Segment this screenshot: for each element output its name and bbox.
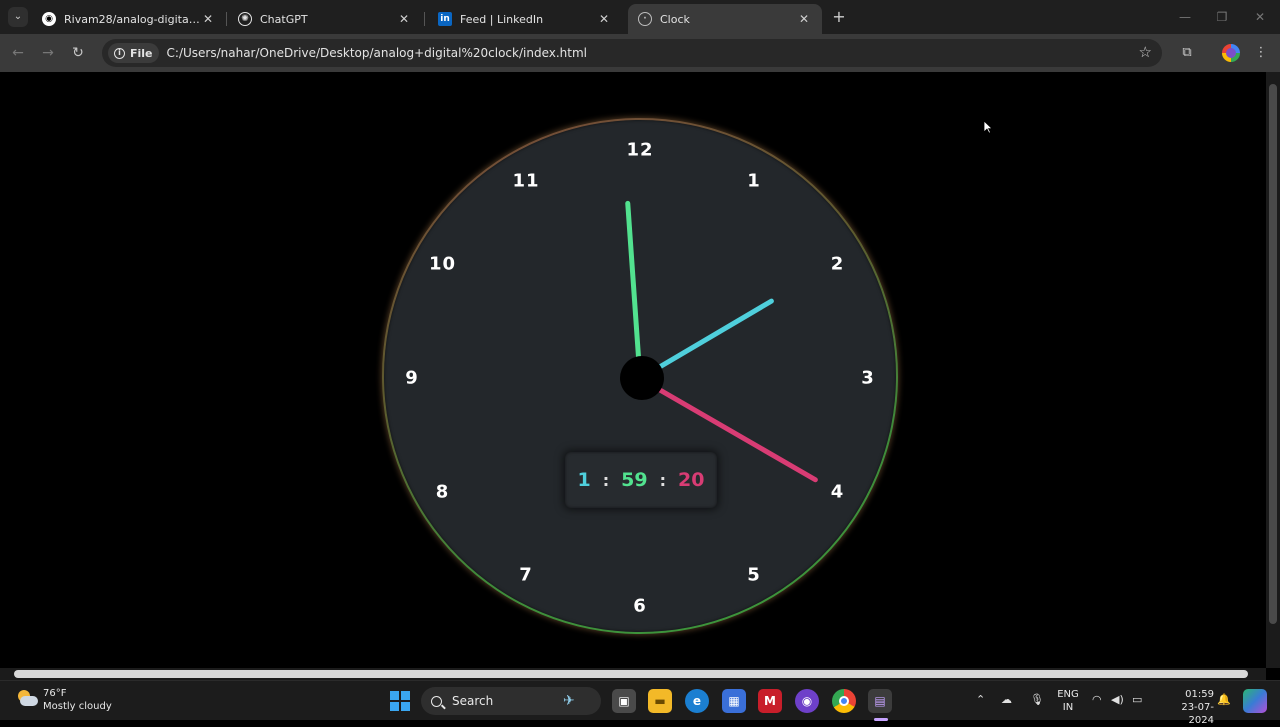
tab-chatgpt[interactable]: ✺ ChatGPT ✕: [228, 4, 422, 34]
weather-cloudy-icon[interactable]: [16, 690, 38, 708]
restore-icon[interactable]: ❐: [1207, 8, 1237, 26]
scrollbar-thumb[interactable]: [1269, 84, 1277, 624]
language-region: IN: [1062, 702, 1074, 713]
profile-avatar-icon[interactable]: [1222, 44, 1240, 62]
clock-numeral: 7: [519, 564, 533, 586]
tab-search-chevron-icon[interactable]: ⌄: [8, 7, 28, 27]
weather-description[interactable]: Mostly cloudy: [43, 701, 112, 712]
bookmark-star-icon[interactable]: ☆: [1139, 43, 1152, 61]
chrome-icon[interactable]: [832, 689, 856, 713]
digital-minutes: 59: [621, 469, 648, 491]
taskbar-search-box[interactable]: Search ✈: [421, 687, 601, 715]
clock-numeral: 5: [747, 564, 761, 586]
new-tab-plus-icon[interactable]: +: [830, 8, 848, 26]
tab-separator: [424, 12, 425, 26]
onedrive-cloud-icon[interactable]: ☁: [1001, 693, 1012, 706]
digital-clock-display: 1 : 59 : 20: [565, 452, 717, 508]
analog-clock-face: 12 1 2 3 4 5 6 7 8 9 10 11 1 : 59 : 20: [382, 118, 898, 634]
clock-numeral: 8: [435, 481, 450, 503]
close-window-icon[interactable]: ✕: [1245, 8, 1275, 26]
clock-numeral: 9: [405, 367, 419, 389]
windows-start-icon[interactable]: [390, 691, 410, 711]
reload-icon[interactable]: ↻: [68, 43, 88, 63]
clock-numeral: 10: [429, 253, 457, 275]
tab-separator: [226, 12, 227, 26]
info-icon: i: [114, 47, 125, 59]
windows-taskbar: 76°F Mostly cloudy Search ✈ ▣ ▬ e ▦ M ◉ …: [0, 680, 1280, 726]
notepad-app-icon[interactable]: ▤: [868, 689, 892, 713]
clock-numeral: 1: [747, 170, 761, 192]
site-info-chip[interactable]: i File: [108, 43, 159, 63]
tab-title: Feed | LinkedIn: [460, 12, 544, 26]
digital-seconds: 20: [678, 469, 705, 491]
input-language-indicator[interactable]: ENG IN: [1056, 688, 1080, 714]
volume-icon[interactable]: ◀): [1111, 693, 1124, 706]
mouse-cursor-icon: [983, 120, 993, 134]
search-icon: [431, 695, 442, 707]
extensions-puzzle-icon[interactable]: ⧉: [1177, 43, 1197, 63]
minute-hand: [625, 200, 643, 379]
scrollbar-thumb[interactable]: [14, 670, 1248, 678]
edge-browser-icon[interactable]: e: [685, 689, 709, 713]
task-view-icon[interactable]: ▣: [612, 689, 636, 713]
microsoft-store-icon[interactable]: ▦: [722, 689, 746, 713]
search-highlight-icon: ✈: [563, 693, 575, 709]
tab-linkedin[interactable]: in Feed | LinkedIn ✕: [428, 4, 622, 34]
clock-numeral: 2: [830, 253, 845, 275]
github-icon: ◉: [42, 12, 56, 26]
tab-close-icon[interactable]: ✕: [396, 11, 412, 27]
clock-numeral: 6: [633, 595, 647, 617]
taskbar-search-label: Search: [452, 694, 494, 708]
browser-toolbar: ← → ↻ i File C:/Users/nahar/OneDrive/Des…: [0, 34, 1280, 72]
clock-numeral: 4: [830, 481, 845, 503]
tab-title: ChatGPT: [260, 12, 308, 26]
digital-hours: 1: [577, 469, 591, 491]
address-bar[interactable]: i File C:/Users/nahar/OneDrive/Desktop/a…: [102, 39, 1162, 67]
notification-bell-icon[interactable]: 🔔: [1217, 693, 1231, 706]
clock-numeral: 3: [861, 367, 875, 389]
site-info-label: File: [130, 46, 153, 60]
tab-title: Rivam28/analog-digital-clock: [64, 12, 200, 26]
clock-numeral: 12: [626, 139, 654, 161]
system-date: 23-07-2024: [1181, 702, 1214, 726]
tab-close-icon[interactable]: ✕: [596, 11, 612, 27]
chatgpt-icon: ✺: [238, 12, 252, 26]
horizontal-scrollbar[interactable]: [0, 668, 1266, 680]
menu-kebab-icon[interactable]: ⋮: [1251, 43, 1271, 63]
system-time: 01:59: [1185, 689, 1214, 700]
system-clock[interactable]: 01:59 23-07-2024: [1158, 688, 1214, 727]
tab-close-icon[interactable]: ✕: [200, 11, 216, 27]
back-arrow-icon[interactable]: ←: [8, 43, 28, 63]
weather-temperature[interactable]: 76°F: [43, 688, 66, 699]
globe-icon: ·: [638, 12, 652, 26]
copilot-icon[interactable]: [1243, 689, 1267, 713]
minimize-icon[interactable]: —: [1170, 8, 1200, 26]
tray-chevron-up-icon[interactable]: ⌃: [976, 693, 985, 706]
clock-numeral: 11: [512, 170, 540, 192]
tab-clock[interactable]: · Clock ✕: [628, 4, 822, 34]
microphone-icon[interactable]: 🎙: [1030, 693, 1044, 706]
github-desktop-icon[interactable]: ◉: [795, 689, 819, 713]
mcafee-icon[interactable]: M: [758, 689, 782, 713]
vertical-scrollbar[interactable]: [1266, 72, 1280, 668]
digital-separator: :: [602, 470, 610, 490]
tab-close-icon[interactable]: ✕: [796, 11, 812, 27]
url-text[interactable]: C:/Users/nahar/OneDrive/Desktop/analog+d…: [167, 46, 587, 60]
wifi-icon[interactable]: ◠: [1092, 693, 1102, 706]
forward-arrow-icon[interactable]: →: [38, 43, 58, 63]
clock-center-hub: [620, 356, 664, 400]
digital-separator: :: [659, 470, 667, 490]
language-code: ENG: [1057, 689, 1079, 700]
tab-github[interactable]: ◉ Rivam28/analog-digital-clock ✕: [32, 4, 226, 34]
battery-icon[interactable]: ▭: [1132, 693, 1142, 706]
linkedin-icon: in: [438, 12, 452, 26]
file-explorer-icon[interactable]: ▬: [648, 689, 672, 713]
tab-strip: ⌄ ◉ Rivam28/analog-digital-clock ✕ ✺ Cha…: [0, 0, 1280, 34]
tab-title: Clock: [660, 12, 690, 26]
